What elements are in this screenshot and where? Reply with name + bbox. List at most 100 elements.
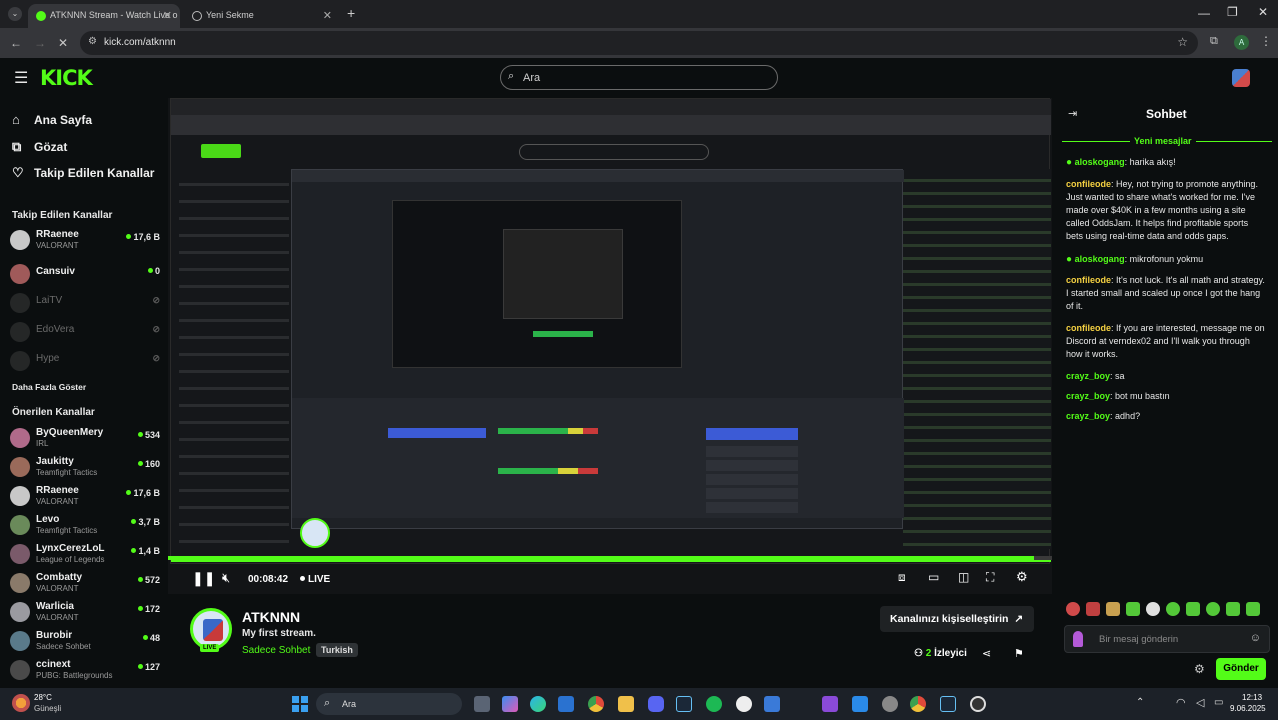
xbox-icon[interactable] bbox=[736, 696, 752, 712]
windows-start-icon[interactable] bbox=[292, 696, 308, 712]
emote-icon[interactable] bbox=[1206, 602, 1220, 616]
taskbar-search[interactable]: ⌕ Ara bbox=[316, 693, 462, 715]
recommended-channel[interactable]: RRaenee VALORANT 17,6 B bbox=[10, 484, 162, 512]
chat-username[interactable]: aloskogang bbox=[1075, 254, 1125, 264]
chat-username[interactable]: aloskogang bbox=[1075, 157, 1125, 167]
nav-browse[interactable]: ⧉ Gözat bbox=[12, 139, 67, 154]
clip-icon[interactable]: ⧈ bbox=[898, 570, 906, 585]
send-button[interactable]: Gönder bbox=[1216, 658, 1266, 680]
followed-channel-offline[interactable]: EdoVera ⊘ bbox=[10, 320, 162, 348]
emote-icon[interactable] bbox=[1066, 602, 1080, 616]
followed-channel[interactable]: RRaenee VALORANT 17,6 B bbox=[10, 228, 162, 256]
channel-name[interactable]: ATKNNN bbox=[242, 609, 300, 625]
miniplayer-icon[interactable]: ◫ bbox=[958, 570, 969, 584]
chat-input[interactable]: Bir mesaj gönderin ☺ bbox=[1064, 625, 1270, 653]
followed-channel-offline[interactable]: LaiTV ⊘ bbox=[10, 291, 162, 319]
emote-icon[interactable] bbox=[1186, 602, 1200, 616]
file-explorer-icon[interactable] bbox=[618, 696, 634, 712]
recommended-channel[interactable]: Burobir Sadece Sohbet 48 bbox=[10, 629, 162, 657]
chrome-icon[interactable] bbox=[588, 696, 604, 712]
live-indicator[interactable]: LIVE bbox=[300, 574, 330, 585]
browser-menu-icon[interactable]: ⋮ bbox=[1260, 34, 1272, 48]
collapse-chat-icon[interactable]: ⇥ bbox=[1068, 107, 1077, 120]
emote-icon[interactable] bbox=[1106, 602, 1120, 616]
volume-icon[interactable]: ◁ bbox=[1196, 696, 1204, 709]
steam-active-icon[interactable] bbox=[940, 696, 956, 712]
recommended-channel[interactable]: Combatty VALORANT 572 bbox=[10, 571, 162, 599]
emote-icon[interactable] bbox=[1166, 602, 1180, 616]
copilot-icon[interactable] bbox=[502, 696, 518, 712]
recommended-channel[interactable]: Jaukitty Teamfight Tactics 160 bbox=[10, 455, 162, 483]
extensions-icon[interactable]: ⧉ bbox=[1210, 35, 1218, 48]
emote-icon[interactable] bbox=[1226, 602, 1240, 616]
discord-icon[interactable] bbox=[648, 696, 664, 712]
chat-username[interactable]: confileode bbox=[1066, 179, 1111, 189]
recommended-channel[interactable]: Levo Teamfight Tactics 3,7 B bbox=[10, 513, 162, 541]
obs-icon[interactable] bbox=[970, 696, 986, 712]
url-field[interactable]: ⚙ kick.com/atknnn ☆ bbox=[80, 31, 1198, 55]
edge-icon[interactable] bbox=[530, 696, 546, 712]
vscode-icon[interactable] bbox=[852, 696, 868, 712]
chat-username[interactable]: crayz_boy bbox=[1066, 411, 1110, 421]
nav-home[interactable]: ⌂ Ana Sayfa bbox=[12, 112, 92, 127]
wifi-icon[interactable]: ◠ bbox=[1176, 696, 1186, 709]
kick-logo[interactable]: KICK bbox=[40, 66, 93, 90]
recommended-channel[interactable]: ccinext PUBG: Battlegrounds 127 bbox=[10, 658, 162, 686]
visual-studio-icon[interactable] bbox=[822, 696, 838, 712]
progress-track[interactable] bbox=[168, 556, 1052, 560]
settings-gear-icon[interactable]: ⚙ bbox=[1016, 569, 1028, 585]
forward-arrow-icon[interactable]: → bbox=[34, 36, 46, 50]
clock-time[interactable]: 12:13 bbox=[1242, 693, 1262, 702]
clock-date[interactable]: 9.06.2025 bbox=[1230, 704, 1266, 713]
tab-new-tab[interactable]: Yeni Sekme ✕ bbox=[184, 4, 340, 28]
search-input[interactable]: ⌕ Ara bbox=[500, 65, 778, 90]
mute-icon[interactable]: 🔇︎ bbox=[222, 570, 230, 586]
close-tab-icon[interactable]: ✕ bbox=[323, 9, 332, 22]
steam-icon[interactable] bbox=[676, 696, 692, 712]
chat-username[interactable]: confileode bbox=[1066, 275, 1111, 285]
emote-icon[interactable] bbox=[1146, 602, 1160, 616]
spotify-icon[interactable] bbox=[706, 696, 722, 712]
maximize-window-icon[interactable]: ❐ bbox=[1227, 5, 1238, 19]
new-tab-button[interactable]: + bbox=[347, 5, 355, 21]
video-player[interactable]: ❚❚ 🔇︎ 00:08:42 LIVE ⧈ ▭ ◫ ⛶ ⚙ bbox=[168, 98, 1052, 594]
emote-icon[interactable] bbox=[1246, 602, 1260, 616]
store-icon[interactable] bbox=[764, 696, 780, 712]
recommended-channel[interactable]: LynxCerezLoL League of Legends 1,4 B bbox=[10, 542, 162, 570]
user-avatar-icon[interactable] bbox=[1232, 69, 1250, 87]
chrome-active-icon[interactable] bbox=[910, 696, 926, 712]
close-tab-icon[interactable]: ✕ bbox=[163, 9, 172, 22]
outlook-icon[interactable] bbox=[558, 696, 574, 712]
fullscreen-icon[interactable]: ⛶ bbox=[986, 570, 994, 585]
bookmark-star-icon[interactable]: ☆ bbox=[1177, 35, 1188, 49]
hamburger-menu-icon[interactable]: ☰ bbox=[14, 68, 28, 88]
task-view-icon[interactable] bbox=[474, 696, 490, 712]
site-info-icon[interactable]: ⚙ bbox=[88, 36, 97, 47]
battery-icon[interactable]: ▭ bbox=[1214, 697, 1223, 708]
theater-mode-icon[interactable]: ▭ bbox=[928, 570, 939, 584]
emote-icon[interactable] bbox=[1086, 602, 1100, 616]
tab-kick-stream[interactable]: ATKNNN Stream - Watch Live o ✕ bbox=[28, 4, 180, 28]
recommended-channel[interactable]: Warlicia VALORANT 172 bbox=[10, 600, 162, 628]
chat-username[interactable]: crayz_boy bbox=[1066, 371, 1110, 381]
github-desktop-icon[interactable] bbox=[882, 696, 898, 712]
customize-channel-button[interactable]: Kanalınızı kişiselleştirin ↗ bbox=[880, 606, 1034, 632]
more-options-icon[interactable]: ⚑ bbox=[1014, 647, 1024, 660]
pause-icon[interactable]: ❚❚ bbox=[192, 570, 215, 587]
chat-settings-icon[interactable]: ⚙ bbox=[1194, 662, 1205, 676]
nav-following[interactable]: ♡ Takip Edilen Kanallar bbox=[12, 165, 154, 180]
minimize-window-icon[interactable]: — bbox=[1198, 6, 1210, 20]
emote-icon[interactable] bbox=[1126, 602, 1140, 616]
show-more-link[interactable]: Daha Fazla Göster bbox=[12, 382, 86, 392]
language-tag[interactable]: Turkish bbox=[316, 643, 358, 657]
profile-avatar-icon[interactable]: A bbox=[1234, 35, 1249, 50]
category-link[interactable]: Sadece Sohbet bbox=[242, 645, 310, 656]
followed-channel[interactable]: Cansuiv 0 bbox=[10, 262, 162, 290]
tab-search-icon[interactable]: ⌄ bbox=[8, 7, 22, 21]
close-window-icon[interactable]: ✕ bbox=[1258, 5, 1268, 19]
emoji-picker-icon[interactable]: ☺ bbox=[1250, 632, 1261, 644]
back-arrow-icon[interactable]: ← bbox=[10, 36, 22, 50]
recommended-channel[interactable]: ByQueenMery IRL 534 bbox=[10, 426, 162, 454]
stop-loading-icon[interactable]: ✕ bbox=[58, 36, 68, 50]
chat-username[interactable]: confileode bbox=[1066, 323, 1111, 333]
